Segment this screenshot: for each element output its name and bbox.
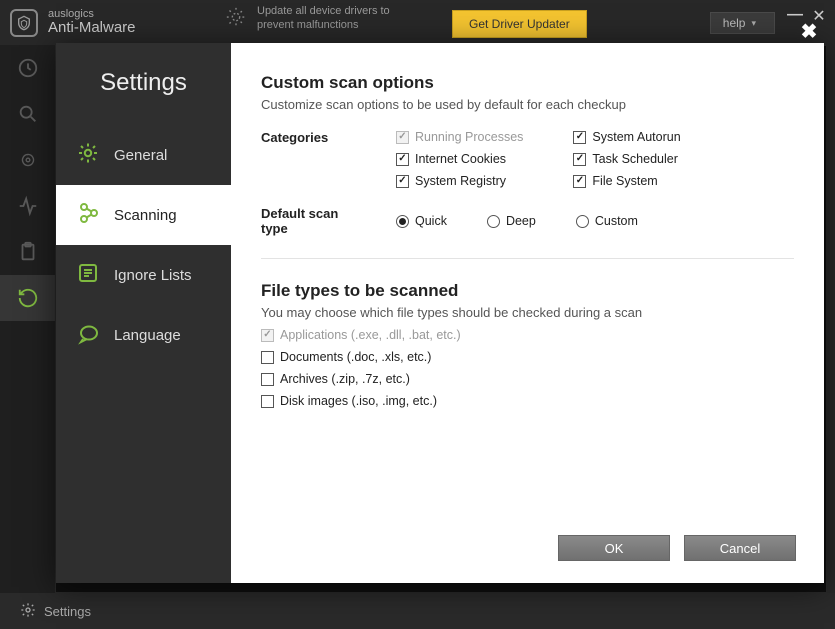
checkbox-ft-archives[interactable]: Archives (.zip, .7z, etc.)	[261, 372, 794, 386]
scanning-icon	[76, 201, 100, 229]
section-title-file-types: File types to be scanned	[261, 281, 794, 301]
radio-label: Quick	[415, 214, 447, 228]
app-header: auslogics Anti-Malware Update all device…	[0, 0, 835, 45]
rail-item-clipboard[interactable]	[0, 229, 55, 275]
settings-dialog: ✖ Settings General Scanning Ignore Lists…	[56, 43, 824, 583]
nav-label: Language	[114, 327, 181, 344]
status-bar: Settings	[0, 593, 835, 629]
checkbox-label: System Registry	[415, 174, 506, 188]
dialog-sidebar: Settings General Scanning Ignore Lists L…	[56, 43, 231, 583]
section-subtitle-custom-scan: Customize scan options to be used by def…	[261, 97, 794, 112]
checkbox-running-processes: Running Processes	[396, 130, 523, 144]
checkbox-task-scheduler[interactable]: Task Scheduler	[573, 152, 680, 166]
checkbox-icon	[573, 131, 586, 144]
checkbox-system-registry[interactable]: System Registry	[396, 174, 523, 188]
gear-icon	[76, 141, 100, 169]
nav-item-language[interactable]: Language	[56, 305, 231, 365]
ok-button[interactable]: OK	[558, 535, 670, 561]
dialog-title: Settings	[56, 69, 231, 97]
checkbox-system-autorun[interactable]: System Autorun	[573, 130, 680, 144]
checkbox-label: Internet Cookies	[415, 152, 506, 166]
nav-label: Ignore Lists	[114, 267, 192, 284]
chat-icon	[76, 321, 100, 349]
scan-type-label: Default scan type	[261, 206, 366, 236]
section-title-custom-scan: Custom scan options	[261, 73, 794, 93]
checkbox-label: Running Processes	[415, 130, 523, 144]
checkbox-internet-cookies[interactable]: Internet Cookies	[396, 152, 523, 166]
checkbox-icon	[396, 131, 409, 144]
checkbox-icon	[396, 153, 409, 166]
checkbox-ft-applications: Applications (.exe, .dll, .bat, etc.)	[261, 328, 794, 342]
rail-item-refresh[interactable]	[0, 275, 55, 321]
radio-icon	[576, 215, 589, 228]
radio-deep[interactable]: Deep	[487, 214, 536, 228]
nav-item-general[interactable]: General	[56, 125, 231, 185]
radio-icon	[487, 215, 500, 228]
rail-item-activity[interactable]	[0, 183, 55, 229]
radio-quick[interactable]: Quick	[396, 214, 447, 228]
update-notice: Update all device drivers to prevent mal…	[225, 4, 390, 33]
list-icon	[76, 261, 100, 289]
app-logo-icon	[10, 9, 38, 37]
dialog-close-button[interactable]: ✖	[798, 19, 820, 44]
checkbox-label: Applications (.exe, .dll, .bat, etc.)	[280, 328, 461, 342]
checkbox-icon	[573, 175, 586, 188]
checkbox-ft-disk-images[interactable]: Disk images (.iso, .img, etc.)	[261, 394, 794, 408]
dialog-content: Custom scan options Customize scan optio…	[231, 43, 824, 583]
radio-custom[interactable]: Custom	[576, 214, 638, 228]
rail-item-search[interactable]	[0, 91, 55, 137]
gear-icon	[20, 602, 36, 621]
checkbox-icon	[261, 395, 274, 408]
nav-label: Scanning	[114, 207, 177, 224]
rail-item-hazard[interactable]	[0, 137, 55, 183]
app-brand: auslogics Anti-Malware	[48, 8, 136, 37]
checkbox-icon	[261, 373, 274, 386]
checkbox-file-system[interactable]: File System	[573, 174, 680, 188]
nav-item-scanning[interactable]: Scanning	[56, 185, 231, 245]
radio-icon	[396, 215, 409, 228]
help-dropdown[interactable]: help	[710, 12, 775, 34]
nav-item-ignore-lists[interactable]: Ignore Lists	[56, 245, 231, 305]
get-driver-updater-button[interactable]: Get Driver Updater	[452, 10, 587, 38]
checkbox-icon	[261, 329, 274, 342]
checkbox-label: File System	[592, 174, 657, 188]
checkbox-label: Archives (.zip, .7z, etc.)	[280, 372, 410, 386]
checkbox-icon	[396, 175, 409, 188]
left-rail	[0, 45, 55, 593]
radio-label: Custom	[595, 214, 638, 228]
checkbox-label: Disk images (.iso, .img, etc.)	[280, 394, 437, 408]
nav-label: General	[114, 147, 167, 164]
radio-label: Deep	[506, 214, 536, 228]
statusbar-settings-label: Settings	[44, 604, 91, 619]
categories-label: Categories	[261, 130, 366, 145]
checkbox-label: System Autorun	[592, 130, 680, 144]
checkbox-label: Task Scheduler	[592, 152, 677, 166]
sun-icon	[225, 6, 247, 31]
section-subtitle-file-types: You may choose which file types should b…	[261, 305, 794, 320]
statusbar-settings-button[interactable]: Settings	[10, 598, 101, 625]
rail-item-overview[interactable]	[0, 45, 55, 91]
checkbox-icon	[573, 153, 586, 166]
cancel-button[interactable]: Cancel	[684, 535, 796, 561]
checkbox-label: Documents (.doc, .xls, etc.)	[280, 350, 431, 364]
checkbox-icon	[261, 351, 274, 364]
checkbox-ft-documents[interactable]: Documents (.doc, .xls, etc.)	[261, 350, 794, 364]
